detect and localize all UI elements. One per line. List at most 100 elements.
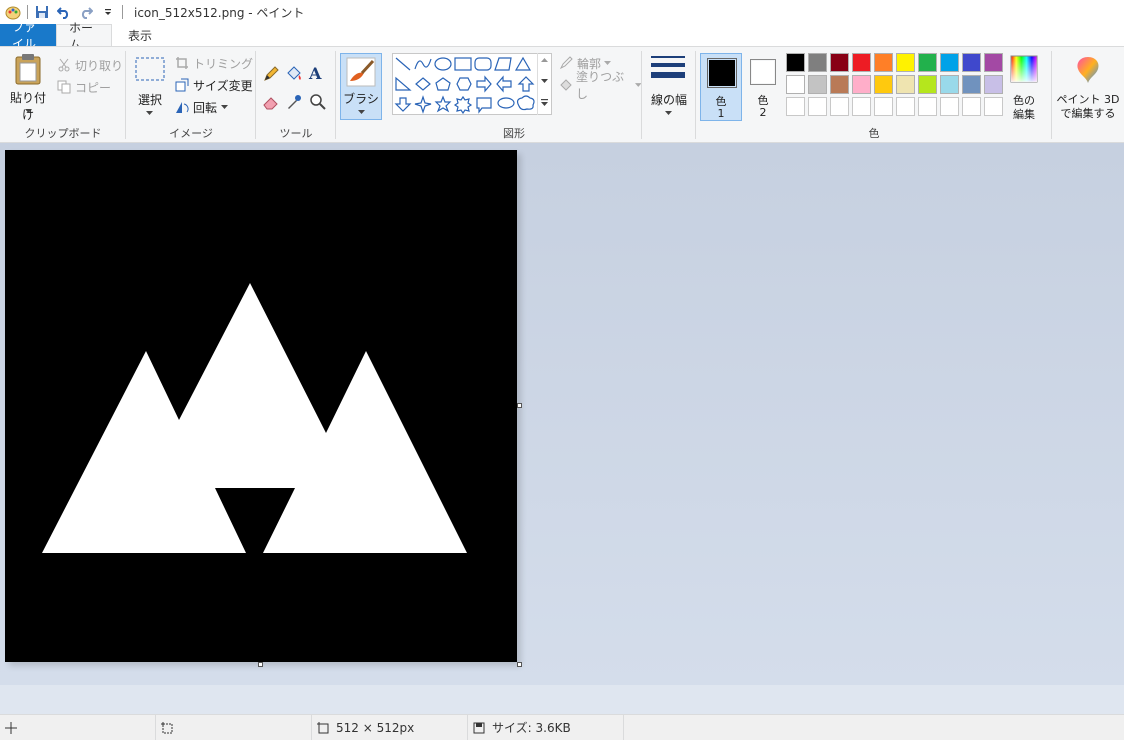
palette-swatch[interactable] (874, 53, 893, 72)
mountain-logo-image (42, 283, 467, 553)
rotate-button[interactable]: 回転 (174, 97, 229, 117)
title-bar: icon_512x512.png - ペイント (0, 0, 1124, 24)
palette-swatch[interactable] (852, 75, 871, 94)
color-picker-icon[interactable] (285, 93, 303, 114)
custom-color-slot[interactable] (984, 97, 1003, 116)
custom-color-slot[interactable] (896, 97, 915, 116)
eraser-icon[interactable] (262, 93, 280, 114)
shapes-scrollbar[interactable] (537, 53, 551, 115)
tab-home[interactable]: ホーム (56, 21, 112, 52)
select-icon (135, 57, 165, 81)
fill-button[interactable]: 塗りつぶし (558, 70, 642, 101)
shapes-gallery (392, 53, 552, 115)
palette-swatch[interactable] (918, 53, 937, 72)
tools-group: A ツール (256, 47, 336, 143)
chevron-down-icon (25, 109, 32, 113)
resize-label: サイズ変更 (193, 78, 253, 93)
brushes-label: ブラシ (343, 92, 379, 106)
palette-swatch[interactable] (830, 75, 849, 94)
window-title: icon_512x512.png - ペイント (134, 5, 305, 20)
colors-group-label: 色 (868, 127, 880, 140)
image-size-icon (316, 721, 330, 735)
resize-handle-right[interactable] (517, 403, 522, 408)
shapes-group: 輪郭 塗りつぶし 図形 (386, 47, 642, 143)
crop-icon (174, 55, 190, 71)
color1-number: 1 (717, 107, 725, 120)
shapes-group-label: 図形 (503, 127, 525, 140)
palette-swatch[interactable] (940, 75, 959, 94)
image-dimensions-cell: 512 × 512px (312, 714, 468, 740)
custom-color-slot[interactable] (852, 97, 871, 116)
palette-swatch[interactable] (918, 75, 937, 94)
size-group[interactable]: 線の幅 (642, 47, 696, 143)
clipboard-group-label: クリップボード (24, 127, 102, 140)
palette-swatch[interactable] (830, 53, 849, 72)
expand-gallery-icon (541, 99, 548, 106)
paint3d-group[interactable]: ペイント 3D で編集する (1052, 47, 1124, 143)
outline-icon (558, 55, 574, 71)
cut-label: 切り取り (75, 58, 124, 73)
palette-swatch[interactable] (962, 75, 981, 94)
text-tool-icon[interactable]: A (309, 64, 321, 83)
chevron-down-icon (665, 111, 672, 115)
palette-swatch[interactable] (786, 53, 805, 72)
palette-swatch[interactable] (896, 53, 915, 72)
image-canvas[interactable] (5, 150, 517, 662)
palette-swatch[interactable] (874, 75, 893, 94)
resize-handle-bottom[interactable] (258, 662, 263, 667)
image-group: 選択 トリミング サイズ変更 回転 イメージ (126, 47, 256, 143)
cursor-position-cell (0, 714, 156, 740)
cut-button[interactable]: 切り取り (56, 55, 123, 75)
magnifier-icon[interactable] (309, 93, 327, 114)
resize-button[interactable]: サイズ変更 (174, 75, 253, 95)
crop-button[interactable]: トリミング (174, 53, 253, 73)
paint3d-label-2: で編集する (1060, 107, 1116, 120)
custom-color-slot[interactable] (962, 97, 981, 116)
ribbon: 貼り付け 切り取り コピー クリップボード 選択 トリミング サイズ変更 回転 … (0, 46, 1124, 143)
palette-swatch[interactable] (984, 75, 1003, 94)
palette-swatch[interactable] (808, 53, 827, 72)
brushes-button[interactable]: ブラシ (340, 53, 382, 120)
custom-color-slot[interactable] (830, 97, 849, 116)
palette-swatch[interactable] (984, 53, 1003, 72)
color2-button[interactable]: 色 2 (746, 53, 780, 121)
customize-qat-icon[interactable] (97, 1, 119, 23)
tab-file[interactable]: ファイル (0, 20, 56, 51)
palette-swatch[interactable] (962, 53, 981, 72)
tab-view[interactable]: 表示 (112, 24, 168, 46)
palette-swatch[interactable] (940, 53, 959, 72)
color1-swatch (707, 58, 737, 88)
brush-icon (346, 57, 376, 87)
ribbon-tabs: ファイル ホーム 表示 (0, 20, 1124, 52)
palette-swatch[interactable] (896, 75, 915, 94)
paste-button[interactable]: 貼り付け (5, 51, 51, 122)
paint3d-icon (1077, 57, 1099, 83)
custom-color-slot[interactable] (808, 97, 827, 116)
chevron-down-icon (541, 79, 548, 83)
custom-color-slot[interactable] (940, 97, 959, 116)
palette-swatch[interactable] (808, 75, 827, 94)
palette-swatch[interactable] (852, 53, 871, 72)
rotate-icon (174, 99, 190, 115)
palette-swatch[interactable] (786, 75, 805, 94)
resize-handle-corner[interactable] (517, 662, 522, 667)
custom-color-slot[interactable] (874, 97, 893, 116)
clipboard-group: 貼り付け 切り取り コピー クリップボード (0, 47, 126, 143)
color2-swatch (750, 59, 776, 85)
fill-bucket-icon[interactable] (285, 65, 303, 86)
select-button[interactable]: 選択 (132, 53, 168, 121)
paste-label: 貼り付け (9, 91, 46, 122)
edit-colors-button[interactable]: 色の 編集 (1004, 53, 1044, 121)
custom-color-slot[interactable] (918, 97, 937, 116)
workspace-bottom (0, 685, 1124, 714)
fill-icon (558, 77, 573, 93)
color1-button[interactable]: 色 1 (700, 53, 742, 121)
divider (122, 5, 123, 19)
line-width-icon (651, 56, 685, 78)
colors-group: 色 1 色 2 色の 編集 色 (696, 47, 1052, 143)
copy-button[interactable]: コピー (56, 77, 111, 97)
custom-color-slot[interactable] (786, 97, 805, 116)
pencil-icon[interactable] (262, 65, 280, 86)
fill-label: 塗りつぶし (576, 70, 625, 101)
crosshair-icon (4, 721, 18, 735)
